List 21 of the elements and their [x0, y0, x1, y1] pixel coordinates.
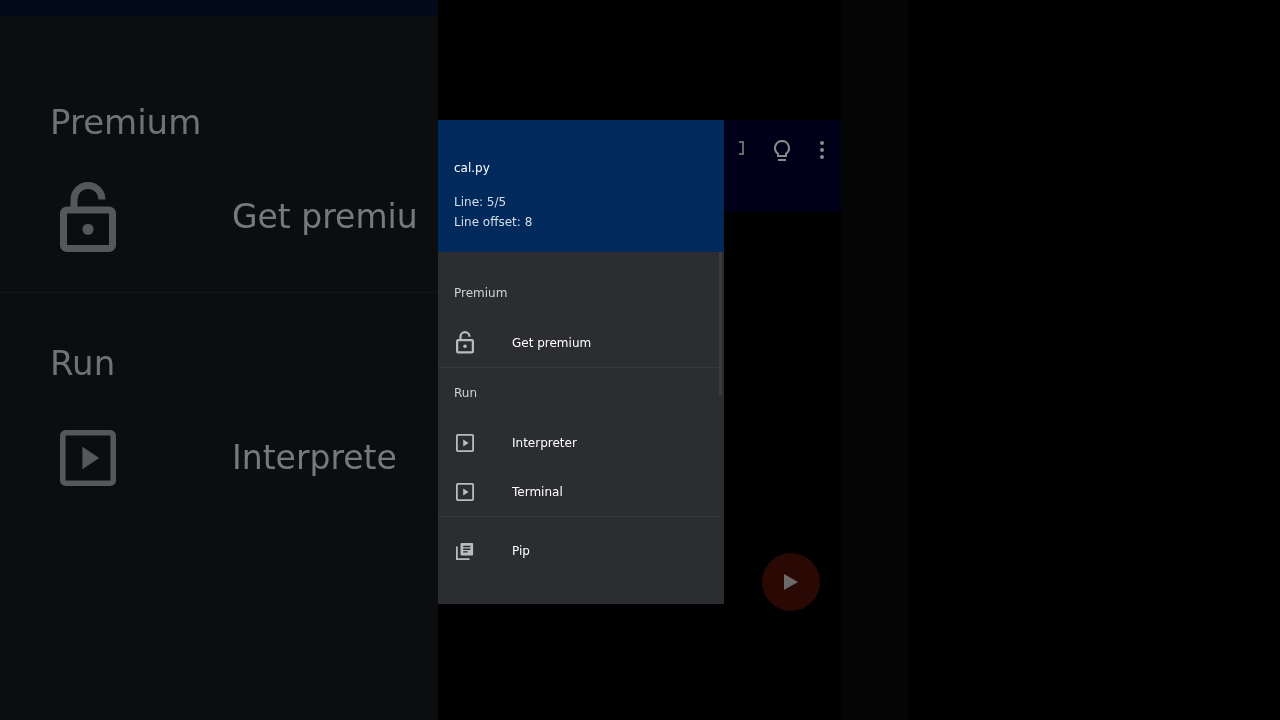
- play-icon: [784, 574, 798, 590]
- play-box-icon: [60, 430, 116, 486]
- file-name: cal.py: [454, 160, 491, 176]
- play-box-icon: [456, 433, 474, 452]
- play-box-icon: [456, 482, 474, 501]
- lightbulb-icon[interactable]: [773, 140, 791, 162]
- bracket-icon[interactable]: [739, 140, 745, 156]
- line-info: Line: 5/5: [454, 194, 508, 211]
- menu-item[interactable]: Pip: [438, 526, 720, 575]
- section-header: Run: [49, 343, 117, 383]
- section-header: Run: [453, 385, 478, 402]
- lock-icon: [60, 182, 116, 252]
- menu-item[interactable]: Get premium: [438, 318, 720, 367]
- line-offset-info: Line offset: 8: [454, 214, 534, 231]
- menu-item[interactable]: Interpreter: [438, 418, 720, 467]
- lock-icon: [456, 331, 474, 354]
- section-header: Premium: [453, 285, 509, 302]
- more-icon[interactable]: [819, 140, 825, 160]
- library-icon: [456, 541, 474, 560]
- section-header: Premium: [49, 102, 203, 142]
- menu-item[interactable]: Terminal: [438, 467, 720, 516]
